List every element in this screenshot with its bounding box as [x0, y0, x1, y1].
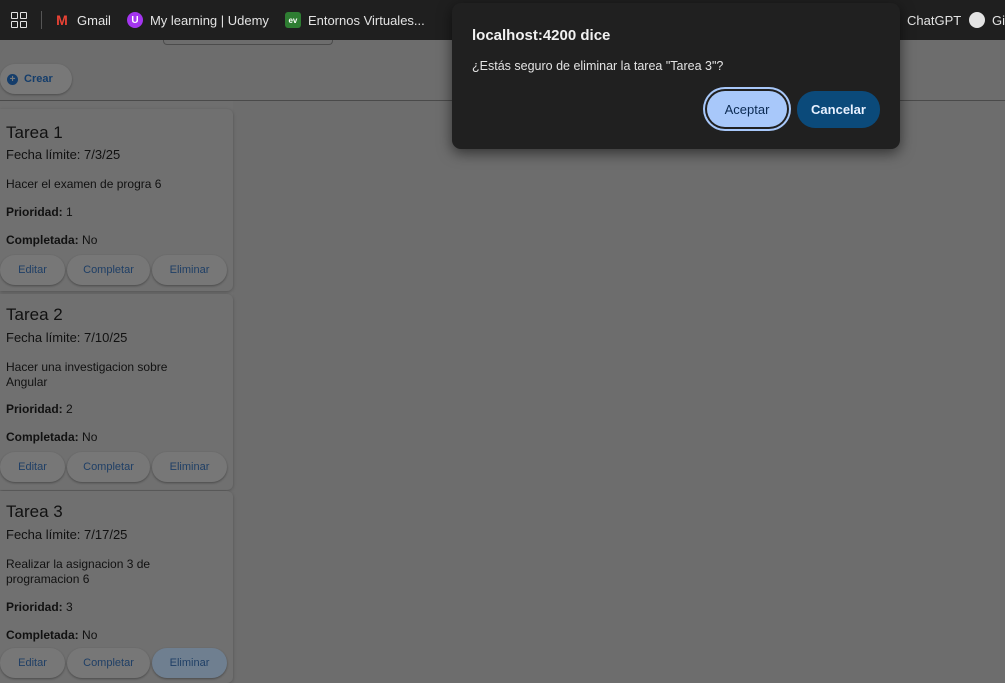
priority-label: Prioridad:: [6, 600, 63, 614]
create-label: Crear: [24, 73, 53, 85]
confirm-dialog: localhost:4200 dice ¿Estás seguro de eli…: [452, 3, 900, 149]
dialog-title: localhost:4200 dice: [472, 27, 611, 44]
complete-button[interactable]: Completar: [67, 255, 150, 285]
task-title: Tarea 3: [6, 502, 63, 521]
task-actions: Editar Completar Eliminar: [0, 255, 227, 285]
task-description: Hacer una investigacion sobre Angular: [6, 360, 168, 389]
task-due-date: Fecha límite: 7/10/25: [6, 330, 128, 345]
priority-value: 2: [66, 402, 73, 416]
bookmark-label: Git: [992, 12, 1005, 28]
task-description: Realizar la asignacion 3 de programacion…: [6, 557, 151, 586]
bookmark-label: Entornos Virtuales...: [307, 12, 425, 28]
github-icon: [969, 12, 985, 28]
edit-button[interactable]: Editar: [0, 648, 65, 678]
bookmark-chatgpt[interactable]: ChatGPT: [907, 0, 961, 40]
task-actions: Editar Completar Eliminar: [0, 648, 227, 678]
accept-button[interactable]: Aceptar: [707, 91, 787, 127]
delete-button[interactable]: Eliminar: [152, 648, 227, 678]
search-input[interactable]: [163, 40, 333, 45]
completed-label: Completada:: [6, 628, 79, 642]
task-due-date: Fecha límite: 7/3/25: [6, 147, 121, 162]
bookmark-gmail[interactable]: M Gmail: [54, 12, 111, 28]
cancel-button[interactable]: Cancelar: [797, 91, 880, 128]
udemy-icon: U: [126, 12, 143, 28]
priority-label: Prioridad:: [6, 205, 63, 219]
task-completed: Completada: No: [6, 233, 97, 247]
edit-button[interactable]: Editar: [0, 255, 65, 285]
bookmark-github[interactable]: Git: [969, 0, 1005, 40]
bookmarks-separator: [41, 11, 42, 29]
completed-label: Completada:: [6, 233, 79, 247]
task-completed: Completada: No: [6, 628, 97, 642]
complete-button[interactable]: Completar: [67, 452, 150, 482]
task-list: Tarea 1 Fecha límite: 7/3/25 Hacer el ex…: [0, 101, 233, 683]
completed-value: No: [82, 628, 98, 642]
task-card: Tarea 1 Fecha límite: 7/3/25 Hacer el ex…: [0, 109, 233, 291]
completed-value: No: [82, 233, 98, 247]
dialog-message: ¿Estás seguro de eliminar la tarea "Tare…: [472, 59, 724, 73]
task-title: Tarea 2: [6, 305, 63, 324]
gmail-icon: M: [56, 12, 68, 28]
task-priority: Prioridad: 1: [6, 205, 73, 219]
bookmark-label: My learning | Udemy: [149, 12, 269, 28]
create-task-button[interactable]: + Crear: [0, 64, 72, 94]
priority-value: 1: [66, 205, 73, 219]
task-description: Hacer el examen de progra 6: [6, 177, 162, 191]
priority-label: Prioridad:: [6, 402, 63, 416]
apps-grid-icon[interactable]: [11, 12, 27, 28]
task-priority: Prioridad: 2: [6, 402, 73, 416]
edit-button[interactable]: Editar: [0, 452, 65, 482]
completed-value: No: [82, 430, 98, 444]
delete-button[interactable]: Eliminar: [152, 452, 227, 482]
bookmark-label: Gmail: [77, 12, 111, 28]
delete-button[interactable]: Eliminar: [152, 255, 227, 285]
task-actions: Editar Completar Eliminar: [0, 452, 227, 482]
task-card: Tarea 2 Fecha límite: 7/10/25 Hacer una …: [0, 294, 233, 490]
entornos-icon: ev: [284, 12, 301, 28]
bookmark-entornos[interactable]: ev Entornos Virtuales...: [284, 12, 425, 28]
task-title: Tarea 1: [6, 123, 63, 142]
bookmark-udemy[interactable]: U My learning | Udemy: [126, 12, 269, 28]
complete-button[interactable]: Completar: [67, 648, 150, 678]
task-due-date: Fecha límite: 7/17/25: [6, 527, 128, 542]
task-completed: Completada: No: [6, 430, 97, 444]
task-card: Tarea 3 Fecha límite: 7/17/25 Realizar l…: [0, 491, 233, 683]
plus-icon: +: [7, 73, 18, 85]
bookmark-label: ChatGPT: [907, 12, 962, 28]
completed-label: Completada:: [6, 430, 79, 444]
task-priority: Prioridad: 3: [6, 600, 73, 614]
priority-value: 3: [66, 600, 73, 614]
